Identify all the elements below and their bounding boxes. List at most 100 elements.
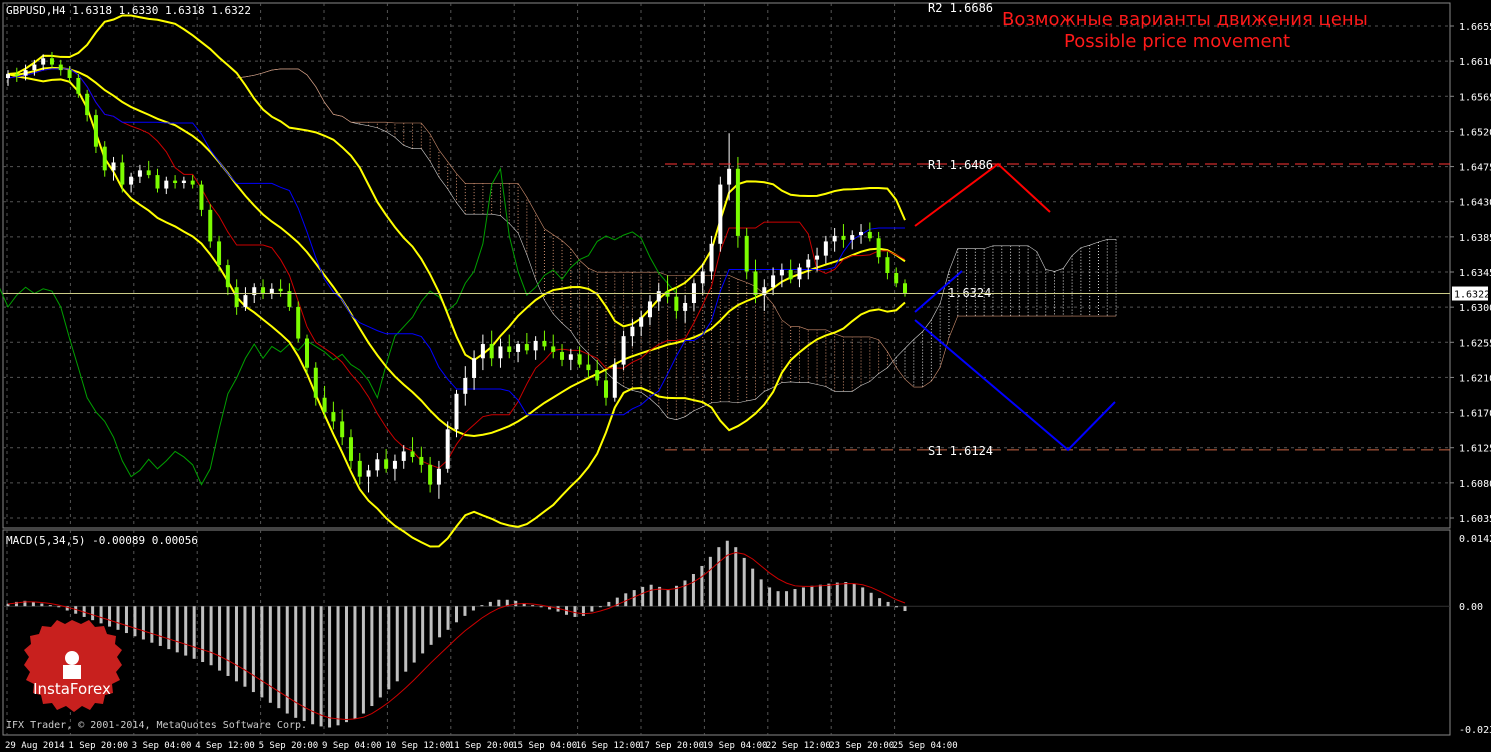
candle-body [129,176,134,185]
macd-bar [861,587,865,607]
macd-bar [878,598,882,607]
candle-body [305,338,309,368]
candle-body [348,437,353,461]
macd-bar [598,606,602,608]
candle-body [867,231,872,239]
macd-bar [827,583,831,607]
macd-bar [590,606,594,612]
candle-body [551,346,556,352]
chart-canvas: 1.6655 1.6610 1.6565 1.6520 1.6475 1.6430 1.63… [0,1,1491,751]
candle-body [41,58,46,65]
candle-body [604,380,608,398]
macd-bar [886,601,890,607]
candle-body [137,170,142,177]
macd-bar [463,606,467,616]
kijun-sen [7,68,905,416]
macd-bar [260,606,264,698]
macd-bar [243,606,247,687]
macd-bar [429,606,433,645]
candle-body [445,429,450,469]
y-tick-label: 1.6255 [1459,338,1491,349]
candle-body [419,456,424,465]
y-tick-label: 1.6210 [1459,373,1491,384]
candle-body [384,459,389,469]
candle-body [744,235,749,272]
candle-body [340,421,345,438]
candle-body [173,180,178,183]
candle-body [217,241,222,266]
bollinger-middle [7,66,906,437]
x-tick-label: 25 Sep 04:00 [893,741,958,751]
candle-body [524,344,529,351]
candle-body [428,464,433,485]
candle-body [771,275,776,288]
candle-body [885,257,890,273]
macd-bar [810,585,814,607]
macd-bar [895,606,899,608]
macd-bar [658,586,662,607]
macd-bar [708,556,712,607]
macd-bar [251,606,255,693]
candle-body [472,358,477,378]
macd-bar [835,582,839,607]
candle-body [463,378,468,394]
macd-bar [167,606,171,650]
candle-body [322,397,327,412]
macd-bar [234,606,238,682]
macd-bar [624,593,628,607]
x-tick-label: 19 Sep 04:00 [702,741,767,751]
candle-body [120,162,125,185]
candle-body [639,317,644,327]
candle-body [93,115,98,147]
candle-body [199,184,204,210]
x-tick-label: 3 Sep 04:00 [132,741,192,751]
macd-bar [209,606,213,666]
annotation-title-en: Possible price movement [1064,31,1291,52]
candle-body [269,288,274,294]
candle-body [568,354,573,360]
candle-body [674,296,679,311]
macd-bar [361,606,365,714]
macd-bar [607,601,611,607]
macd-bar [666,590,670,607]
candle-body [225,265,230,288]
macd-bar [801,587,805,607]
macd-y-tick-label: 0.00 [1459,602,1483,613]
y-tick-label: 1.6080 [1459,479,1491,490]
macd-bar [742,557,746,607]
macd-bar [581,606,585,616]
macd-bar [226,606,230,676]
macd-bar [184,606,188,656]
macd-bar [404,606,408,672]
candle-body [261,287,266,294]
candle-body [85,93,90,116]
candle-body [806,259,811,268]
macd-bar [446,606,450,630]
macd-bar [717,547,721,607]
candle-body [727,168,732,185]
candle-body [436,468,441,485]
candle-body [507,346,512,352]
macd-bar [141,606,145,640]
candle-body [876,238,881,258]
macd-bar [480,605,484,607]
candle-body [181,180,186,183]
y-tick-label: 1.6035 [1459,514,1491,525]
macd-bar [201,606,205,663]
macd-bar [852,583,856,607]
x-tick-label: 1 Sep 20:00 [68,741,128,751]
candle-body [76,78,81,94]
candle-body [313,367,318,398]
candle-body [516,344,521,352]
macd-y-tick-label: 0.0142 [1459,534,1491,545]
macd-bar [412,606,416,663]
x-tick-label: 11 Sep 20:00 [449,741,514,751]
candle-body [815,255,820,260]
macd-bar [649,584,653,607]
candle-body [753,271,758,296]
current-price-label: 1.6322 [1454,290,1490,301]
copyright-text: IFX Trader, © 2001-2014, MetaQuotes Soft… [6,720,308,731]
candle-body [278,288,283,292]
candle-body [859,231,864,236]
senkou-span-a [236,68,1117,420]
